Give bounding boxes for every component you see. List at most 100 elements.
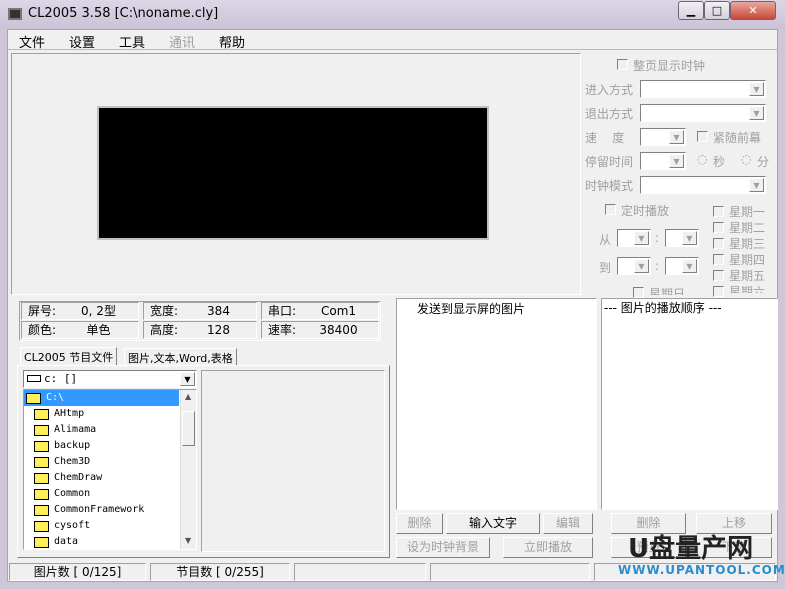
send-list-title: 发送到显示屏的图片 bbox=[417, 302, 526, 316]
enter-mode-select[interactable]: ▼ bbox=[640, 80, 766, 98]
move-up-button[interactable]: 上移 bbox=[696, 513, 772, 534]
min-radio[interactable]: ◌ bbox=[741, 152, 751, 166]
folder-name: backup bbox=[54, 440, 91, 451]
play-now-button[interactable]: 立即播放 bbox=[503, 537, 593, 558]
tree-scrollbar[interactable]: ▲ ▼ bbox=[180, 390, 196, 549]
folder-icon bbox=[34, 457, 49, 468]
exit-mode-label: 退出方式 bbox=[585, 107, 634, 121]
stay-time-label: 停留时间 bbox=[585, 155, 634, 169]
menu-comm[interactable]: 通讯 bbox=[169, 32, 195, 51]
folder-name: ChemDraw bbox=[54, 472, 103, 483]
drive-select[interactable]: c: [] ▼ bbox=[23, 370, 197, 388]
status-empty-1 bbox=[294, 563, 426, 581]
edit-button[interactable]: 编辑 bbox=[543, 513, 593, 534]
folder-icon bbox=[34, 409, 49, 420]
follow-prev-checkbox[interactable] bbox=[697, 131, 708, 142]
delete-order-button[interactable]: 删除 bbox=[611, 513, 686, 534]
folder-item[interactable]: backup bbox=[24, 438, 196, 454]
speed-select[interactable]: ▼ bbox=[640, 128, 686, 146]
enter-mode-label: 进入方式 bbox=[585, 83, 634, 97]
folder-item[interactable]: ChemDraw bbox=[24, 470, 196, 486]
set-clock-bg-button[interactable]: 设为时钟背景 bbox=[396, 537, 490, 558]
info-value: 128 bbox=[207, 323, 230, 337]
preview-area bbox=[11, 53, 581, 295]
clock-mode-select[interactable]: ▼ bbox=[640, 176, 766, 194]
close-button[interactable]: ✕ bbox=[730, 1, 776, 20]
send-pictures-list[interactable]: 发送到显示屏的图片 bbox=[396, 298, 597, 510]
weekday-checkbox[interactable] bbox=[713, 254, 724, 265]
stay-time-select[interactable]: ▼ bbox=[640, 152, 686, 170]
info-cell: 高度: 128 bbox=[143, 321, 257, 339]
weekday-checkbox[interactable] bbox=[713, 206, 724, 217]
input-text-button[interactable]: 输入文字 bbox=[446, 513, 540, 534]
folder-icon bbox=[34, 473, 49, 484]
sunday-label: 星期日 bbox=[649, 287, 686, 295]
sec-radio[interactable]: ◌ bbox=[697, 152, 707, 166]
folder-item[interactable]: cysoft bbox=[24, 518, 196, 534]
folder-icon bbox=[34, 537, 49, 548]
scroll-down-arrow[interactable]: ▼ bbox=[185, 536, 191, 545]
folder-name: Common bbox=[54, 488, 91, 499]
exit-mode-select[interactable]: ▼ bbox=[640, 104, 766, 122]
move-down-button[interactable]: 下移 bbox=[696, 537, 772, 558]
info-cell: 屏号: 0, 2型 bbox=[21, 302, 139, 320]
from-label: 从 bbox=[599, 233, 612, 247]
folder-icon bbox=[26, 393, 41, 404]
folder-item[interactable]: Chem3D bbox=[24, 454, 196, 470]
info-label: 宽度: bbox=[150, 304, 179, 318]
info-value: Com1 bbox=[320, 304, 357, 318]
folder-item[interactable]: Alimama bbox=[24, 422, 196, 438]
weekday-checkbox[interactable] bbox=[713, 270, 724, 281]
folder-tree[interactable]: C:\ AHtmp Alimama backup Chem3D ChemDraw Commo… bbox=[23, 389, 197, 550]
preview-button[interactable]: 预览 bbox=[611, 537, 686, 558]
weekday-label: 星期五 bbox=[729, 269, 766, 283]
from-hour-select[interactable]: ▼ bbox=[617, 229, 651, 247]
menu-settings[interactable]: 设置 bbox=[69, 32, 95, 51]
full-page-clock-checkbox[interactable] bbox=[617, 59, 628, 70]
sunday-checkbox[interactable] bbox=[633, 287, 644, 298]
folder-icon bbox=[34, 425, 49, 436]
minimize-button[interactable]: ▁ bbox=[678, 1, 704, 20]
tab-program-files[interactable]: CL2005 节目文件 bbox=[20, 347, 118, 366]
weekday-label: 星期四 bbox=[729, 253, 766, 267]
to-hour-select[interactable]: ▼ bbox=[617, 257, 651, 275]
scroll-thumb[interactable] bbox=[182, 411, 195, 446]
play-order-list[interactable]: --- 图片的播放顺序 --- bbox=[601, 298, 778, 510]
to-min-select[interactable]: ▼ bbox=[665, 257, 699, 275]
to-label: 到 bbox=[599, 261, 612, 275]
app-icon bbox=[8, 8, 22, 20]
folder-item[interactable]: data bbox=[24, 534, 196, 549]
sec-label: 秒 bbox=[713, 155, 726, 169]
drive-value: c: [] bbox=[44, 372, 78, 385]
follow-prev-label: 紧随前幕 bbox=[713, 131, 762, 145]
info-value: 384 bbox=[207, 304, 230, 318]
folder-item[interactable]: AHtmp bbox=[24, 406, 196, 422]
title-bar: CL2005 3.58 [C:\noname.cly] ▁ □ ✕ bbox=[0, 0, 785, 29]
from-min-select[interactable]: ▼ bbox=[665, 229, 699, 247]
maximize-button[interactable]: □ bbox=[704, 1, 730, 20]
folder-icon bbox=[34, 441, 49, 452]
scroll-up-arrow[interactable]: ▲ bbox=[185, 392, 191, 401]
weekday-checkbox[interactable] bbox=[713, 238, 724, 249]
folder-item[interactable]: Common bbox=[24, 486, 196, 502]
menu-tools[interactable]: 工具 bbox=[119, 32, 145, 51]
folder-name: C:\ bbox=[46, 392, 65, 403]
menu-bar: 文件 设置 工具 通讯 帮助 bbox=[8, 30, 777, 51]
weekday-label: 星期三 bbox=[729, 237, 766, 251]
weekday-checkbox[interactable] bbox=[713, 222, 724, 233]
info-label: 屏号: bbox=[28, 304, 57, 318]
folder-name: CommonFramework bbox=[54, 504, 145, 515]
info-label: 颜色: bbox=[28, 323, 57, 337]
delete-button[interactable]: 删除 bbox=[396, 513, 443, 534]
menu-file[interactable]: 文件 bbox=[19, 32, 45, 51]
client-area: 文件 设置 工具 通讯 帮助 整页显示时钟 进入方式 ▼ 退出方式 ▼ 速 度 … bbox=[7, 29, 785, 582]
file-list[interactable] bbox=[201, 370, 385, 552]
timed-play-checkbox[interactable] bbox=[605, 204, 616, 215]
weekday-checkbox[interactable] bbox=[713, 286, 724, 297]
folder-item[interactable]: C:\ bbox=[24, 390, 179, 406]
sep: : bbox=[655, 231, 660, 245]
menu-help[interactable]: 帮助 bbox=[219, 32, 245, 51]
folder-icon bbox=[34, 505, 49, 516]
info-value: 38400 bbox=[319, 323, 358, 337]
folder-item[interactable]: CommonFramework bbox=[24, 502, 196, 518]
